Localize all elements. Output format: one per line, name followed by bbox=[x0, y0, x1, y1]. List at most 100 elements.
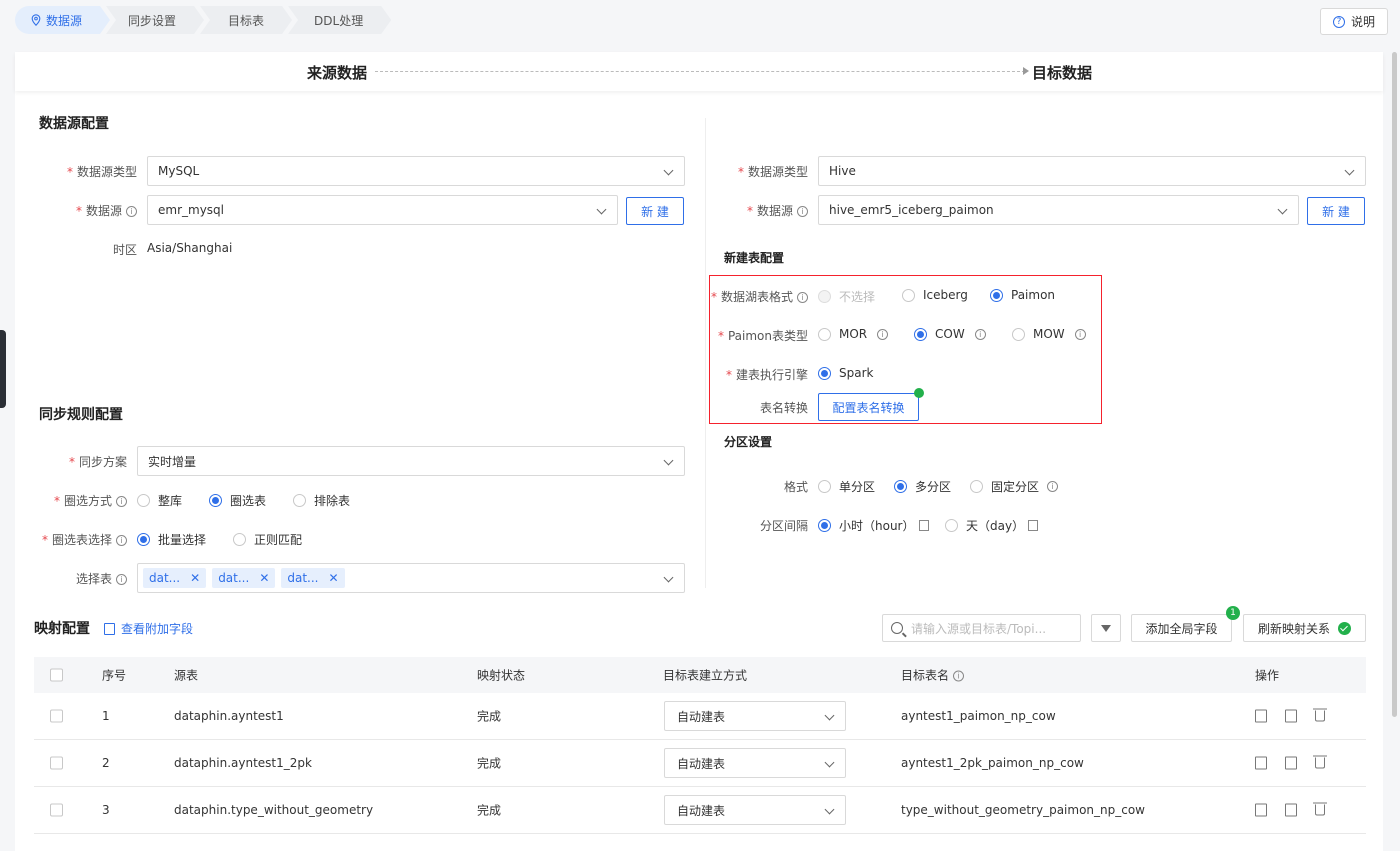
add-file-icon[interactable] bbox=[1255, 803, 1267, 817]
rename-config-button[interactable]: 配置表名转换 bbox=[818, 393, 919, 421]
chevron-down-icon bbox=[824, 757, 835, 768]
method-value: 自动建表 bbox=[677, 709, 726, 724]
source-new-button[interactable]: 新 建 bbox=[626, 197, 684, 225]
format-option-fixed[interactable]: 固定分区 i bbox=[970, 478, 1059, 495]
target-ds-select[interactable]: hive_emr5_iceberg_paimon bbox=[818, 195, 1299, 225]
format-option-single[interactable]: 单分区 bbox=[818, 478, 875, 495]
step-datasource[interactable]: 数据源 bbox=[15, 6, 110, 34]
mode-label: * 圈选方式 i bbox=[54, 492, 127, 509]
chevron-down-icon bbox=[663, 165, 674, 176]
direction-line bbox=[375, 71, 1025, 72]
target-type-select[interactable]: Hive bbox=[818, 156, 1366, 186]
filter-button[interactable] bbox=[1091, 614, 1121, 642]
row-checkbox[interactable] bbox=[50, 756, 63, 770]
chevron-down-icon bbox=[596, 204, 607, 215]
mode-option-select[interactable]: 圈选表 bbox=[209, 492, 266, 509]
step-ddl[interactable]: DDL处理 bbox=[288, 6, 391, 34]
column-divider bbox=[705, 118, 706, 588]
search-placeholder: 请输入源或目标表/Topi... bbox=[911, 621, 1047, 636]
row-method-select[interactable]: 自动建表 bbox=[664, 748, 846, 778]
row-checkbox[interactable] bbox=[50, 709, 63, 723]
engine-label: * 建表执行引擎 bbox=[725, 368, 808, 382]
row-method-select[interactable]: 自动建表 bbox=[664, 795, 846, 825]
radio-dot bbox=[902, 288, 915, 302]
lake-option-none[interactable]: 不选择 bbox=[818, 288, 875, 305]
tables-label: 选择表 i bbox=[76, 570, 127, 587]
col-target: 目标表名 i bbox=[901, 667, 965, 684]
chevron-down-icon bbox=[663, 572, 674, 583]
interval-option-day[interactable]: 天（day） bbox=[945, 517, 1039, 534]
paimon-option-cow[interactable]: COW i bbox=[914, 327, 986, 341]
close-icon[interactable]: ✕ bbox=[190, 571, 200, 585]
delete-icon[interactable] bbox=[1313, 755, 1327, 769]
target-new-button[interactable]: 新 建 bbox=[1307, 197, 1365, 225]
delete-icon[interactable] bbox=[1313, 708, 1327, 722]
step-bar: 数据源 同步设置 目标表 DDL处理 bbox=[15, 6, 387, 34]
lake-option-paimon[interactable]: Paimon bbox=[990, 288, 1055, 302]
chevron-down-icon bbox=[824, 804, 835, 815]
radio-label: 多分区 bbox=[915, 480, 952, 494]
add-file-icon[interactable] bbox=[1255, 709, 1267, 723]
close-icon[interactable]: ✕ bbox=[259, 571, 269, 585]
step-label: DDL处理 bbox=[314, 13, 364, 28]
row-method-select[interactable]: 自动建表 bbox=[664, 701, 846, 731]
paimon-option-mor[interactable]: MOR i bbox=[818, 327, 889, 341]
radio-dot bbox=[818, 327, 831, 341]
mode-option-exclude[interactable]: 排除表 bbox=[293, 492, 350, 509]
view-extra-fields-link[interactable]: 查看附加字段 bbox=[104, 620, 193, 637]
row-source: dataphin.ayntest1 bbox=[174, 709, 284, 723]
method-value: 自动建表 bbox=[677, 756, 726, 771]
radio-label: Paimon bbox=[1011, 288, 1056, 302]
tables-multiselect[interactable]: dat... ✕ dat... ✕ dat... ✕ bbox=[137, 563, 685, 593]
source-type-value: MySQL bbox=[158, 164, 200, 178]
document-search-icon bbox=[104, 622, 115, 635]
add-file-icon[interactable] bbox=[1255, 756, 1267, 770]
interval-option-hour[interactable]: 小时（hour） bbox=[818, 517, 929, 534]
delete-icon[interactable] bbox=[1313, 802, 1327, 816]
target-ds-value: hive_emr5_iceberg_paimon bbox=[829, 203, 994, 217]
table-select-label: * 圈选表选择 i bbox=[42, 531, 127, 548]
edit-text-icon[interactable] bbox=[1285, 756, 1297, 770]
mode-option-whole[interactable]: 整库 bbox=[137, 492, 182, 509]
info-icon: i bbox=[1047, 481, 1059, 492]
select-option-batch[interactable]: 批量选择 bbox=[137, 531, 206, 548]
radio-label: 排除表 bbox=[314, 494, 351, 508]
lake-format-label: * 数据湖表格式 i bbox=[711, 288, 808, 305]
row-no: 2 bbox=[102, 756, 110, 770]
row-source: dataphin.type_without_geometry bbox=[174, 803, 374, 817]
row-status: 完成 bbox=[477, 709, 502, 724]
step-label: 数据源 bbox=[46, 13, 83, 28]
plan-label: * 同步方案 bbox=[68, 455, 127, 469]
row-checkbox[interactable] bbox=[50, 803, 63, 817]
close-icon[interactable]: ✕ bbox=[329, 571, 339, 585]
check-circle-icon bbox=[1338, 621, 1351, 635]
step-target-table[interactable]: 目标表 bbox=[200, 6, 292, 34]
source-ds-select[interactable]: emr_mysql bbox=[147, 195, 618, 225]
plan-select[interactable]: 实时增量 bbox=[137, 446, 685, 476]
add-global-field-button[interactable]: 添加全局字段 bbox=[1131, 614, 1232, 642]
radio-dot bbox=[894, 480, 907, 493]
col-method: 目标表建立方式 bbox=[663, 668, 748, 683]
edit-text-icon[interactable] bbox=[1285, 709, 1297, 723]
step-sync-settings[interactable]: 同步设置 bbox=[106, 6, 204, 34]
radio-dot bbox=[233, 533, 246, 546]
location-pin-icon bbox=[31, 14, 41, 26]
edit-text-icon[interactable] bbox=[1285, 803, 1297, 817]
refresh-mapping-button[interactable]: 刷新映射关系 bbox=[1243, 614, 1366, 642]
radio-dot bbox=[990, 288, 1003, 302]
info-icon: i bbox=[116, 574, 127, 585]
doc-icon bbox=[918, 520, 929, 531]
rules-section-title: 同步规则配置 bbox=[39, 407, 123, 423]
engine-option-spark[interactable]: Spark bbox=[818, 366, 873, 380]
format-option-multi[interactable]: 多分区 bbox=[894, 478, 951, 495]
mapping-search-input[interactable]: 请输入源或目标表/Topi... bbox=[882, 614, 1081, 642]
select-all-checkbox[interactable] bbox=[50, 668, 63, 682]
sidebar-collapse-handle[interactable] bbox=[0, 330, 6, 408]
paimon-option-mow[interactable]: MOW i bbox=[1012, 327, 1086, 341]
help-button[interactable]: ? 说明 bbox=[1319, 8, 1388, 35]
select-option-regex[interactable]: 正则匹配 bbox=[233, 531, 302, 548]
source-type-select[interactable]: MySQL bbox=[147, 156, 685, 186]
vertical-scrollbar[interactable] bbox=[1392, 52, 1397, 717]
step-label: 目标表 bbox=[228, 13, 265, 28]
lake-option-iceberg[interactable]: Iceberg bbox=[902, 288, 968, 302]
